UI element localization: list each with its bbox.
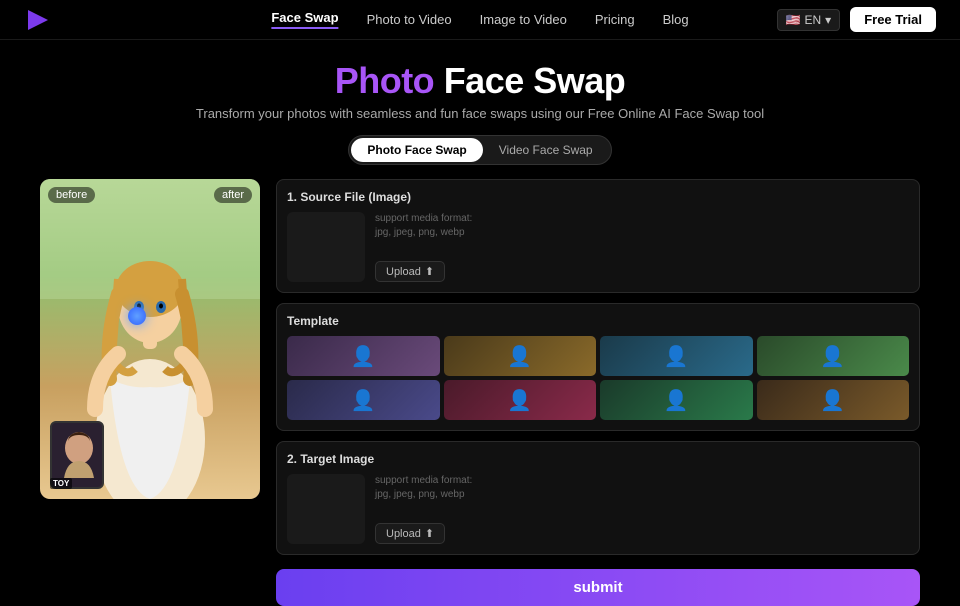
template-thumb-3[interactable]: 👤 (600, 336, 753, 376)
flag-icon: 🇺🇸 (786, 13, 801, 27)
hero-title: Photo Face Swap (40, 60, 920, 102)
target-format-info: support media format: jpg, jpeg, png, we… (375, 474, 909, 502)
target-format-types: jpg, jpeg, png, webp (375, 489, 465, 500)
lang-label: EN (804, 13, 821, 27)
target-upload-icon: ⬆ (425, 527, 434, 540)
chevron-down-icon: ▾ (825, 13, 831, 27)
hero-subtitle: Transform your photos with seamless and … (40, 106, 920, 121)
nav-right: 🇺🇸 EN ▾ Free Trial (777, 7, 936, 32)
tab-photo-face-swap[interactable]: Photo Face Swap (351, 138, 482, 162)
target-upload-info: support media format: jpg, jpeg, png, we… (375, 474, 909, 544)
source-section: 1. Source File (Image) support media for… (276, 179, 920, 293)
free-trial-button[interactable]: Free Trial (850, 7, 936, 32)
before-after-panel: before after (40, 179, 260, 499)
nav-face-swap[interactable]: Face Swap (271, 10, 338, 29)
nav-links: Face Swap Photo to Video Image to Video … (271, 10, 688, 29)
navbar: Face Swap Photo to Video Image to Video … (0, 0, 960, 40)
nav-blog[interactable]: Blog (663, 12, 689, 27)
after-label: after (214, 187, 252, 203)
template-thumb-4[interactable]: 👤 (757, 336, 910, 376)
template-thumb-5[interactable]: 👤 (287, 380, 440, 420)
target-preview (287, 474, 365, 544)
hero-title-section: Photo Face Swap Transform your photos wi… (40, 60, 920, 121)
main-content: Photo Face Swap Transform your photos wi… (0, 40, 960, 549)
template-thumb-2[interactable]: 👤 (444, 336, 597, 376)
source-format-info: support media format: jpg, jpeg, png, we… (375, 212, 909, 240)
template-grid: 👤 👤 👤 👤 👤 👤 👤 👤 (287, 336, 909, 420)
source-upload-row: support media format: jpg, jpeg, png, we… (287, 212, 909, 282)
template-thumb-6[interactable]: 👤 (444, 380, 597, 420)
target-title: 2. Target Image (287, 452, 909, 466)
nav-photo-to-video[interactable]: Photo to Video (367, 12, 452, 27)
tab-video-face-swap[interactable]: Video Face Swap (483, 138, 609, 162)
tab-group: Photo Face Swap Video Face Swap (348, 135, 611, 165)
nav-image-to-video[interactable]: Image to Video (480, 12, 567, 27)
target-upload-row: support media format: jpg, jpeg, png, we… (287, 474, 909, 544)
right-panel: 1. Source File (Image) support media for… (276, 179, 920, 539)
source-preview (287, 212, 365, 282)
language-selector[interactable]: 🇺🇸 EN ▾ (777, 9, 841, 31)
hero-title-white: Face Swap (434, 60, 625, 101)
submit-button[interactable]: submit (276, 569, 920, 606)
before-label: before (48, 187, 95, 203)
hero-title-purple: Photo (335, 60, 434, 101)
content-area: before after (40, 179, 920, 539)
source-upload-label: Upload (386, 266, 421, 278)
portrait-label-text: TOY (50, 478, 72, 489)
source-format-types: jpg, jpeg, png, webp (375, 227, 465, 238)
target-upload-label: Upload (386, 528, 421, 540)
source-title: 1. Source File (Image) (287, 190, 909, 204)
template-thumb-7[interactable]: 👤 (600, 380, 753, 420)
source-format-label: support media format: (375, 213, 472, 224)
tab-section: Photo Face Swap Video Face Swap (40, 135, 920, 165)
template-title: Template (287, 314, 909, 328)
target-upload-button[interactable]: Upload ⬆ (375, 523, 445, 544)
target-format-label: support media format: (375, 475, 472, 486)
logo[interactable] (24, 6, 52, 34)
nav-pricing[interactable]: Pricing (595, 12, 635, 27)
template-section: Template 👤 👤 👤 👤 👤 👤 👤 👤 (276, 303, 920, 431)
source-upload-button[interactable]: Upload ⬆ (375, 261, 445, 282)
target-section: 2. Target Image support media format: jp… (276, 441, 920, 555)
glow-orb (128, 307, 146, 325)
template-thumb-1[interactable]: 👤 (287, 336, 440, 376)
upload-icon: ⬆ (425, 265, 434, 278)
source-upload-info: support media format: jpg, jpeg, png, we… (375, 212, 909, 282)
template-thumb-8[interactable]: 👤 (757, 380, 910, 420)
